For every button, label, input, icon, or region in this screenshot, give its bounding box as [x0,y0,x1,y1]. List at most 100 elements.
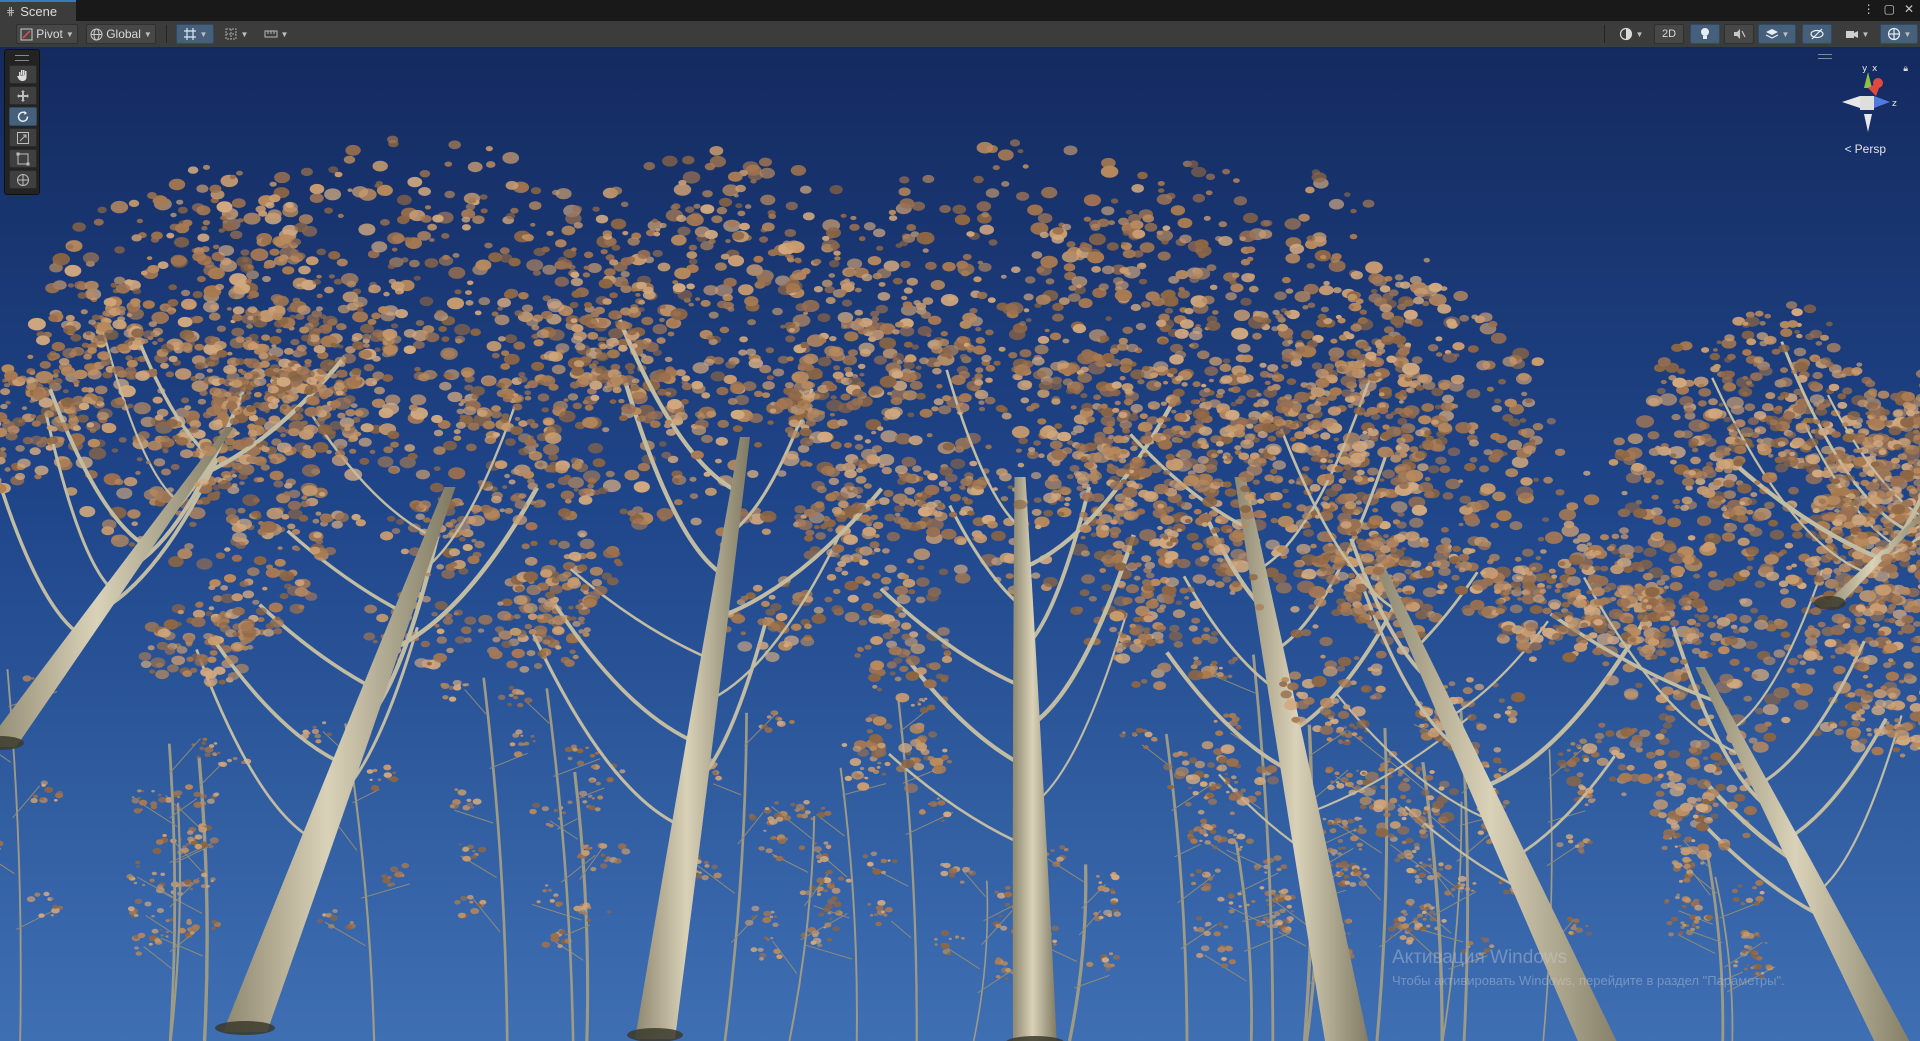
leaf-cluster [690,450,704,460]
leaf-cluster [211,919,218,924]
leaf-cluster [763,910,772,917]
leaf-cluster [1365,261,1383,274]
pivot-dropdown[interactable]: Pivot ▼ [16,24,78,44]
maximize-icon[interactable]: ▢ [1884,2,1895,16]
leaf-cluster [376,613,389,623]
leaf-cluster [513,751,523,758]
leaf-cluster [1266,765,1278,774]
leaf-cluster [880,577,892,585]
leaf-cluster [735,203,743,209]
audio-toggle[interactable] [1724,24,1754,44]
leaf-cluster [557,944,563,949]
leaf-cluster [686,251,698,259]
leaf-cluster [1165,506,1174,513]
leaf-cluster [852,745,862,752]
leaf-cluster [1227,838,1237,845]
effects-dropdown[interactable]: ▼ [1758,24,1796,44]
leaf-cluster [885,907,893,913]
leaf-cluster [1115,280,1129,290]
leaf-cluster [461,224,471,231]
leaf-cluster [1464,887,1471,892]
leaf-cluster [532,635,543,643]
leaf-cluster [1122,326,1133,334]
increment-snap-dropdown[interactable]: ▼ [258,24,294,44]
leaf-cluster [636,281,647,290]
leaf-cluster [702,190,713,198]
leaf-cluster [899,326,915,337]
lighting-toggle[interactable] [1690,24,1720,44]
leaf-cluster [232,756,238,761]
leaf-cluster [499,247,510,255]
leaf-cluster [495,382,503,387]
leaf-cluster [1246,246,1256,253]
leaf-cluster [1005,902,1011,907]
grid-visibility-dropdown[interactable]: ▼ [218,24,254,44]
leaf-cluster [1152,508,1167,519]
leaf-cluster [1263,220,1273,227]
leaf-cluster [940,870,949,877]
2d-toggle-button[interactable]: 2D [1654,24,1684,44]
leaf-cluster [333,278,343,285]
leaf-cluster [537,380,545,385]
leaf-cluster [1259,362,1267,368]
leaf-cluster [1051,234,1065,244]
scene-visibility-toggle[interactable] [1802,24,1832,44]
leaf-cluster [589,753,596,758]
leaf-cluster [942,395,951,402]
leaf-cluster [570,277,584,287]
leaf-cluster [960,477,973,487]
leaf-cluster [1237,343,1251,353]
leaf-cluster [889,671,896,676]
leaf-cluster [1477,830,1485,835]
leaf-cluster [389,776,399,783]
leaf-cluster [902,372,917,383]
leaf-cluster [674,267,691,280]
leaf-cluster [569,301,579,309]
leaf-cluster [1203,387,1211,393]
draw-mode-dropdown[interactable]: ▼ [1612,24,1650,44]
leaf-cluster [387,777,391,780]
global-dropdown[interactable]: Global ▼ [86,24,156,44]
leaf-cluster [553,808,559,813]
leaf-cluster [1189,873,1195,877]
leaf-cluster [324,188,342,201]
leaf-cluster [613,558,622,564]
leaf-cluster [1232,656,1239,662]
leaf-cluster [1097,885,1106,892]
leaf-cluster [1081,349,1094,358]
leaf-cluster [1192,574,1207,584]
leaf-cluster [1142,452,1149,458]
more-options-icon[interactable]: ⋮ [1863,2,1875,16]
gizmos-dropdown[interactable]: ▼ [1880,24,1918,44]
leaf-cluster [1172,388,1185,397]
leaf-cluster [531,333,539,340]
leaf-cluster [994,890,999,894]
leaf-cluster [883,489,894,497]
leaf-cluster [322,721,327,725]
tab-scene[interactable]: ⋕ Scene [0,0,76,21]
leaf-cluster [674,499,683,506]
leaf-cluster [1680,921,1685,925]
leaf-cluster [1586,931,1592,936]
chevron-down-icon: ▼ [1861,29,1870,39]
leaf-cluster [540,310,553,320]
leaf-cluster [558,929,566,935]
leaf-cluster [869,541,880,549]
leaf-cluster [530,540,538,546]
camera-settings-dropdown[interactable]: ▼ [1838,24,1876,44]
leaf-cluster [1224,488,1237,497]
leaf-cluster [557,508,572,518]
leaf-cluster [624,469,640,481]
leaf-cluster [542,264,557,275]
leaf-cluster [1008,352,1018,359]
leaf-cluster [1101,525,1109,531]
leaf-cluster [610,376,624,386]
close-icon[interactable]: ✕ [1904,2,1914,16]
leaf-cluster [568,605,574,610]
leaf-cluster [864,644,872,650]
leaf-cluster [1113,596,1129,607]
leaf-cluster [966,344,975,351]
grid-snapping-toggle[interactable]: ▼ [176,24,214,44]
scene-viewport[interactable] [0,47,1920,1041]
leaf-cluster [49,897,54,900]
